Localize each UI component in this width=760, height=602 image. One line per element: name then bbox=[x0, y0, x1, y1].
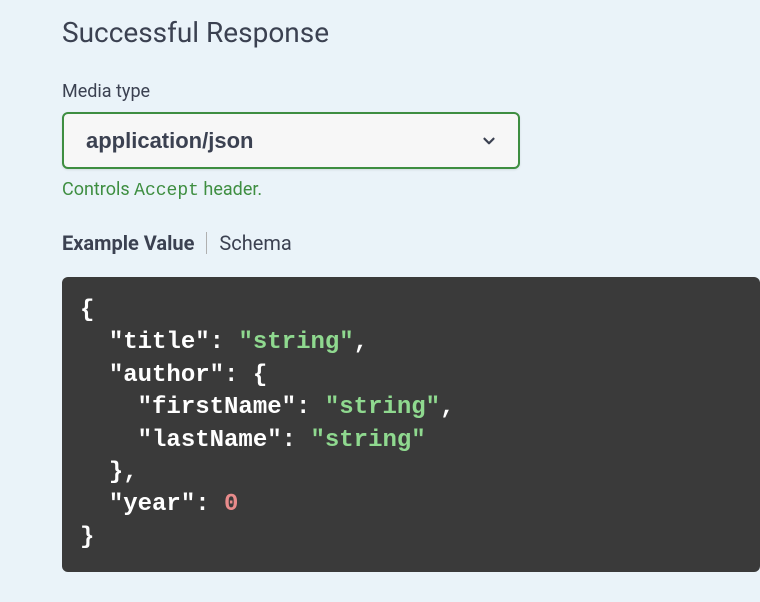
code-key: "firstName" bbox=[138, 394, 296, 421]
helper-code: Accept bbox=[134, 181, 199, 201]
page-title: Successful Response bbox=[62, 16, 760, 49]
code-colon: : bbox=[282, 427, 311, 454]
code-brace: }, bbox=[109, 459, 138, 486]
code-string: "string" bbox=[238, 329, 353, 356]
code-comma: , bbox=[354, 329, 368, 356]
code-key: "author" bbox=[109, 362, 224, 389]
tab-schema[interactable]: Schema bbox=[219, 231, 291, 255]
example-value-code: { "title": "string", "author": { "firstN… bbox=[62, 277, 760, 572]
code-colon: : bbox=[224, 362, 253, 389]
code-brace: } bbox=[80, 524, 94, 551]
response-tabs: Example Value Schema bbox=[62, 231, 760, 255]
helper-prefix: Controls bbox=[62, 179, 134, 200]
code-key: "year" bbox=[109, 491, 195, 518]
code-number: 0 bbox=[224, 491, 238, 518]
code-string: "string" bbox=[325, 394, 440, 421]
code-comma: , bbox=[440, 394, 454, 421]
tab-divider bbox=[206, 232, 207, 254]
code-brace: { bbox=[253, 362, 267, 389]
code-key: "lastName" bbox=[138, 427, 282, 454]
tab-example-value[interactable]: Example Value bbox=[62, 231, 194, 255]
code-key: "title" bbox=[109, 329, 210, 356]
code-string: "string" bbox=[310, 427, 425, 454]
helper-suffix: header. bbox=[199, 179, 262, 200]
code-brace: { bbox=[80, 297, 94, 324]
code-colon: : bbox=[195, 491, 224, 518]
code-colon: : bbox=[296, 394, 325, 421]
media-type-helper-text: Controls Accept header. bbox=[62, 179, 760, 201]
media-type-select[interactable]: application/json bbox=[62, 112, 520, 169]
code-colon: : bbox=[210, 329, 239, 356]
media-type-select-wrapper: application/json bbox=[62, 112, 520, 169]
media-type-label: Media type bbox=[62, 81, 760, 102]
